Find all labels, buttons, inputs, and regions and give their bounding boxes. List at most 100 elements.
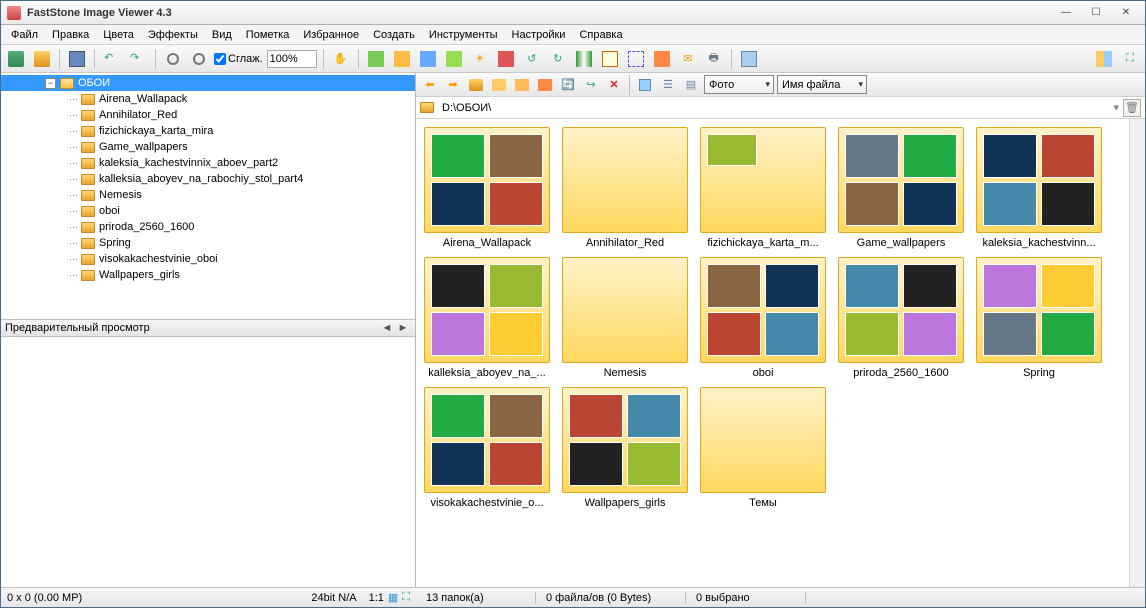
tree-item[interactable]: ⋯Spring <box>1 235 415 251</box>
tool-3[interactable] <box>417 48 439 70</box>
nav-copy-button[interactable] <box>512 75 532 95</box>
thumbnail[interactable]: fizichickaya_karta_m... <box>700 127 826 249</box>
undo-button[interactable]: ↶ <box>101 48 123 70</box>
nav-up-button[interactable] <box>466 75 486 95</box>
nav-export-button[interactable]: ↪ <box>581 75 601 95</box>
thumbnail[interactable]: Annihilator_Red <box>562 127 688 249</box>
nav-move-button[interactable] <box>535 75 555 95</box>
crop-button[interactable] <box>625 48 647 70</box>
thumbnail[interactable]: kalleksia_aboyev_na_... <box>424 257 550 379</box>
thumbnail-grid[interactable]: Airena_WallapackAnnihilator_Redfizichick… <box>416 119 1129 587</box>
sort-combo[interactable]: Имя файла <box>777 75 867 94</box>
menu-tools[interactable]: Инструменты <box>423 27 504 43</box>
tree-item[interactable]: ⋯priroda_2560_1600 <box>1 219 415 235</box>
tree-item[interactable]: ⋯Nemesis <box>1 187 415 203</box>
trash-button[interactable]: 🗑 <box>1123 99 1141 117</box>
minimize-button[interactable]: — <box>1053 5 1079 21</box>
address-path[interactable]: D:\ОБОИ\ <box>438 101 1109 115</box>
flip-button[interactable] <box>573 48 595 70</box>
tool-5[interactable]: ☀ <box>469 48 491 70</box>
tree-item[interactable]: ⋯fizichickaya_karta_mira <box>1 123 415 139</box>
tree-item[interactable]: ⋯kalleksia_aboyev_na_rabochiy_stol_part4 <box>1 171 415 187</box>
thumbnail[interactable]: Wallpapers_girls <box>562 387 688 509</box>
resize-button[interactable] <box>599 48 621 70</box>
settings-button[interactable] <box>738 48 760 70</box>
tree-item[interactable]: ⋯kaleksia_kachestvinnix_aboev_part2 <box>1 155 415 171</box>
thumbnail-box <box>424 257 550 363</box>
preview-left-button[interactable]: ◄ <box>379 322 395 334</box>
close-button[interactable]: ✕ <box>1113 5 1139 21</box>
fullscreen-button[interactable]: ⛶ <box>1119 48 1141 70</box>
menu-colors[interactable]: Цвета <box>97 27 140 43</box>
nav-refresh-button[interactable]: 🔄 <box>558 75 578 95</box>
view-detail-button[interactable]: ▤ <box>681 75 701 95</box>
tree-item[interactable]: ⋯Annihilator_Red <box>1 107 415 123</box>
tree-item[interactable]: ⋯oboi <box>1 203 415 219</box>
maximize-button[interactable]: ☐ <box>1083 5 1109 21</box>
tool-4[interactable] <box>443 48 465 70</box>
zoom-out-button[interactable] <box>188 48 210 70</box>
menu-edit[interactable]: Правка <box>46 27 95 43</box>
thumbnail[interactable]: Game_wallpapers <box>838 127 964 249</box>
thumbnail[interactable]: Nemesis <box>562 257 688 379</box>
fit-icon[interactable]: ▦ <box>388 591 398 604</box>
menu-tag[interactable]: Пометка <box>240 27 296 43</box>
thumbnail[interactable]: Темы <box>700 387 826 509</box>
smooth-checkbox[interactable]: Сглаж. <box>214 53 263 65</box>
thumbnail[interactable]: kaleksia_kachestvinn... <box>976 127 1102 249</box>
folder-up-icon <box>469 79 483 91</box>
preview-right-button[interactable]: ► <box>395 322 411 334</box>
main-toolbar: ↶ ↷ Сглаж. 100% ✋ ☀ ↺ ↻ ✉ 🖶 ⛶ <box>1 45 1145 73</box>
filter-combo[interactable]: Фото <box>704 75 774 94</box>
acquire-button[interactable] <box>5 48 27 70</box>
tree-item[interactable]: ⋯Game_wallpapers <box>1 139 415 155</box>
print-button[interactable]: 🖶 <box>703 48 725 70</box>
menu-file[interactable]: Файл <box>5 27 44 43</box>
folder-icon <box>81 158 95 169</box>
view-list-button[interactable]: ☰ <box>658 75 678 95</box>
thumbnail[interactable]: visokakachestvinie_o... <box>424 387 550 509</box>
expander-icon[interactable]: − <box>45 78 56 89</box>
folder-tree[interactable]: − ОБОИ ⋯Airena_Wallapack⋯Annihilator_Red… <box>1 73 415 319</box>
menu-help[interactable]: Справка <box>573 27 628 43</box>
thumbnail-tile <box>707 134 757 166</box>
thumbnail[interactable]: Airena_Wallapack <box>424 127 550 249</box>
nav-fav-button[interactable] <box>489 75 509 95</box>
preview-header: Предварительный просмотр ◄ ► <box>1 319 415 337</box>
scrollbar[interactable] <box>1129 119 1145 587</box>
nav-delete-button[interactable]: ✕ <box>604 75 624 95</box>
nav-forward-button[interactable]: ➡ <box>443 75 463 95</box>
layout-button[interactable] <box>1093 48 1115 70</box>
menu-settings[interactable]: Настройки <box>506 27 572 43</box>
save-button[interactable] <box>66 48 88 70</box>
redo-button[interactable]: ↷ <box>127 48 149 70</box>
thumbnail[interactable]: priroda_2560_1600 <box>838 257 964 379</box>
tool-1[interactable] <box>365 48 387 70</box>
status-dimensions: 0 x 0 (0.00 MP) <box>1 592 305 604</box>
thumbnail[interactable]: oboi <box>700 257 826 379</box>
tool-6[interactable] <box>495 48 517 70</box>
menu-effects[interactable]: Эффекты <box>142 27 204 43</box>
slideshow-button[interactable] <box>651 48 673 70</box>
tool-2[interactable] <box>391 48 413 70</box>
zoom-spinner[interactable]: 100% <box>267 50 317 68</box>
thumbnail[interactable]: Spring <box>976 257 1102 379</box>
email-button[interactable]: ✉ <box>677 48 699 70</box>
menu-favorites[interactable]: Избранное <box>297 27 365 43</box>
zoom-in-button[interactable] <box>162 48 184 70</box>
tree-item[interactable]: ⋯Wallpapers_girls <box>1 267 415 283</box>
menu-view[interactable]: Вид <box>206 27 238 43</box>
menu-create[interactable]: Создать <box>367 27 421 43</box>
hand-tool-button[interactable]: ✋ <box>330 48 352 70</box>
rotate-right-button[interactable]: ↻ <box>547 48 569 70</box>
rotate-left-button[interactable]: ↺ <box>521 48 543 70</box>
tree-connector: ⋯ <box>69 206 79 217</box>
dropdown-icon[interactable]: ▾ <box>1113 101 1119 114</box>
nav-back-button[interactable]: ⬅ <box>420 75 440 95</box>
view-large-button[interactable] <box>635 75 655 95</box>
expand-icon[interactable]: ⛶ <box>402 591 410 604</box>
tree-item[interactable]: ⋯visokakachestvinie_oboi <box>1 251 415 267</box>
tree-root[interactable]: − ОБОИ <box>1 75 415 91</box>
tree-item[interactable]: ⋯Airena_Wallapack <box>1 91 415 107</box>
open-button[interactable] <box>31 48 53 70</box>
